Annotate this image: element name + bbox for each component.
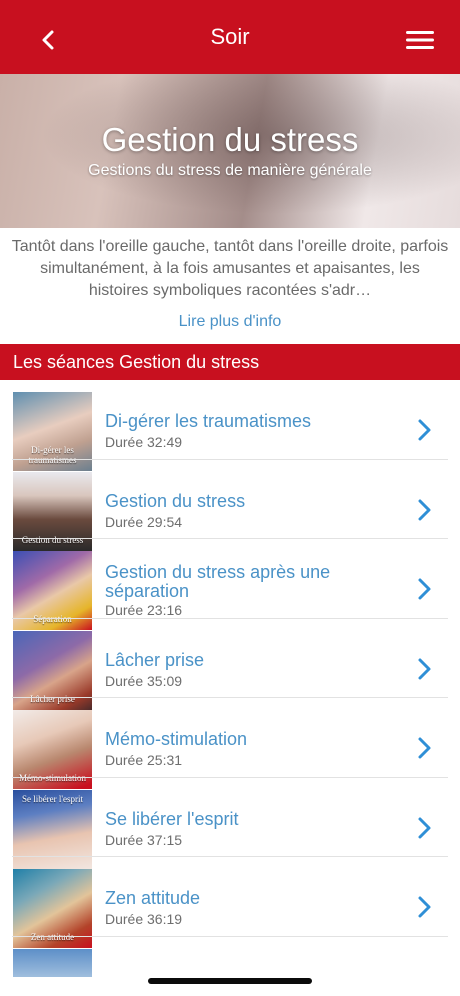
hero-banner: Gestion du stress Gestions du stress de … [0,74,460,228]
session-row[interactable]: Lâcher prise Lâcher prise Durée 35:09 [0,619,460,710]
hamburger-menu-icon [406,31,434,49]
back-button[interactable] [30,22,66,58]
session-row[interactable]: Gestion du stress Gestion du stress Duré… [0,460,460,551]
session-title: Gestion du stress après une séparation [105,562,331,601]
section-header: Les séances Gestion du stress [0,344,460,380]
session-duration: Durée 23:16 [105,602,183,618]
thumbnail-caption: Se libérer l'esprit [21,793,84,804]
home-indicator [148,978,312,984]
menu-button[interactable] [402,24,438,56]
chevron-right-icon [418,817,431,838]
chevron-right-icon [418,737,431,759]
session-duration: Durée 32:49 [105,434,183,450]
session-title: Se libérer l'esprit [105,808,239,829]
description: Tantôt dans l'oreille gauche, tantôt dan… [10,236,450,302]
session-title: Zen attitude [105,888,201,908]
session-duration: Durée 36:19 [105,911,183,927]
session-row[interactable]: Di-gérer les traumatismes Di-gérer les t… [0,380,460,471]
session-row[interactable]: Mémo-stimulation Mémo-stimulation Durée … [0,698,460,789]
hero-title: Gestion du stress [101,121,359,158]
session-thumbnail [13,948,92,977]
chevron-right-icon [418,658,431,679]
session-duration: Durée 25:31 [105,752,183,768]
chevron-left-icon [42,30,54,50]
session-row[interactable]: Se libérer l'esprit Se libérer l'esprit … [0,778,460,869]
chevron-right-icon [418,578,431,600]
nav-bar: Soir [0,0,460,74]
section-title: Les séances Gestion du stress [13,351,260,372]
hero-subtitle: Gestions du stress de manière générale [88,162,372,179]
session-title: Gestion du stress [105,490,246,511]
session-duration: Durée 29:54 [105,513,183,530]
session-duration: Durée 37:15 [105,831,183,848]
session-row[interactable]: Zen attitude Zen attitude Durée 36:19 [0,857,460,948]
session-row-partial[interactable] [0,937,460,977]
nav-title: Soir [210,24,250,49]
chevron-right-icon [418,499,431,520]
chevron-right-icon [418,896,431,918]
chevron-right-icon [418,419,431,441]
session-duration: Durée 35:09 [105,672,183,689]
session-title: Mémo-stimulation [105,729,248,749]
read-more-link[interactable]: Lire plus d'info [0,313,460,331]
description-text: Tantôt dans l'oreille gauche, tantôt dan… [11,238,449,299]
session-title: Lâcher prise [105,649,205,670]
session-title: Di-gérer les traumatismes [105,411,312,431]
session-row[interactable]: Séparation Gestion du stress après une s… [0,539,460,630]
